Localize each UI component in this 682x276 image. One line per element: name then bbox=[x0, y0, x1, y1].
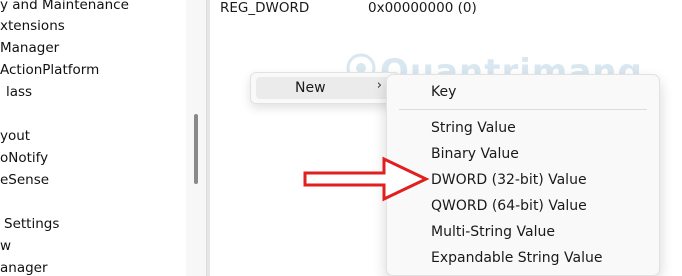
tree-item[interactable]: Settings bbox=[4, 215, 59, 233]
red-arrow-icon bbox=[303, 156, 430, 202]
submenu-item-binary-value[interactable]: Binary Value bbox=[431, 145, 519, 163]
tree-item[interactable]: eSense bbox=[0, 171, 49, 189]
tree-item[interactable]: anager bbox=[0, 259, 48, 276]
tree-item[interactable]: ActionPlatform bbox=[0, 61, 99, 79]
tree-item[interactable]: oNotify bbox=[0, 149, 48, 167]
submenu-item-string-value[interactable]: String Value bbox=[431, 119, 516, 137]
tree-item[interactable]: xtensions bbox=[0, 17, 65, 35]
menu-item-new[interactable]: New › bbox=[256, 77, 394, 99]
menu-separator bbox=[399, 109, 647, 110]
context-menu: New › bbox=[250, 72, 400, 104]
tree-scrollbar[interactable] bbox=[186, 0, 206, 276]
tree-item[interactable]: lass bbox=[6, 83, 32, 101]
tree-item[interactable]: w bbox=[0, 237, 11, 255]
tree-item[interactable]: yout bbox=[0, 127, 30, 145]
menu-item-new-label: New bbox=[295, 80, 326, 96]
registry-tree-pane[interactable]: y and Maintenance xtensions Manager Acti… bbox=[0, 0, 192, 276]
tree-item[interactable]: Manager bbox=[0, 39, 59, 57]
chevron-right-icon: › bbox=[376, 78, 382, 93]
value-type-cell: REG_DWORD bbox=[220, 0, 310, 16]
tree-item[interactable]: y and Maintenance bbox=[0, 0, 129, 14]
submenu-item-dword-value[interactable]: DWORD (32-bit) Value bbox=[431, 171, 587, 189]
submenu-item-multi-string-value[interactable]: Multi-String Value bbox=[431, 223, 555, 241]
submenu-item-expandable-string-value[interactable]: Expandable String Value bbox=[431, 249, 602, 267]
scrollbar-thumb[interactable] bbox=[194, 114, 198, 184]
submenu-item-key[interactable]: Key bbox=[431, 83, 456, 101]
value-data-cell: 0x00000000 (0) bbox=[368, 0, 477, 16]
submenu-item-qword-value[interactable]: QWORD (64-bit) Value bbox=[431, 197, 587, 215]
